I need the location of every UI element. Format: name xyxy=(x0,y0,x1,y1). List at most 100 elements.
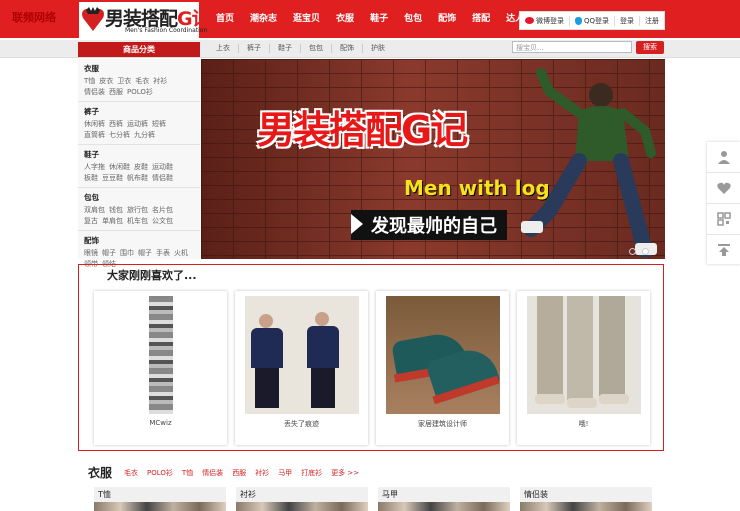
tag-link[interactable]: 情侣装 xyxy=(202,468,223,478)
subnav-pants[interactable]: 裤子 xyxy=(239,44,270,53)
product-card[interactable]: 丢失了痕迹 xyxy=(235,291,368,445)
product-caption[interactable]: 哦! xyxy=(517,419,650,429)
sidebar-link[interactable]: 运动鞋 xyxy=(152,163,173,171)
sidebar-link[interactable]: 钱包 xyxy=(109,206,123,214)
product-caption[interactable]: MCwiz xyxy=(94,419,227,427)
qq-login-button[interactable]: QQ登录 xyxy=(570,15,616,26)
sidebar-link[interactable]: 机车包 xyxy=(127,217,148,225)
subcategory-couple[interactable]: 情侣装 xyxy=(520,487,652,511)
sidebar-link[interactable]: 短裤 xyxy=(152,120,166,128)
nav-item-bags[interactable]: 包包 xyxy=(396,0,430,38)
nav-item-browse[interactable]: 逛宝贝 xyxy=(285,0,328,38)
sidebar-link[interactable]: 情侣鞋 xyxy=(152,174,173,182)
subnav-skincare[interactable]: 护肤 xyxy=(363,44,393,53)
sidebar-link[interactable]: 毛衣 xyxy=(135,77,149,85)
product-image[interactable] xyxy=(104,296,218,414)
tag-link[interactable]: 衬衫 xyxy=(255,468,269,478)
product-card[interactable]: 家居建筑设计师 xyxy=(376,291,509,445)
weibo-login-button[interactable]: 微博登录 xyxy=(520,15,570,26)
subnav-bags[interactable]: 包包 xyxy=(301,44,332,53)
register-button[interactable]: 注册 xyxy=(640,16,664,26)
tag-link[interactable]: 打底衫 xyxy=(301,468,322,478)
nav-item-clothes[interactable]: 衣服 xyxy=(328,0,362,38)
dancer-figure xyxy=(521,68,657,257)
sidebar-link[interactable]: 皮鞋 xyxy=(134,163,148,171)
banner-arrow-icon xyxy=(351,214,363,234)
subcategory-tshirt[interactable]: T恤 xyxy=(94,487,226,511)
sidebar-link[interactable]: 帽子 xyxy=(138,249,152,257)
login-button[interactable]: 登录 xyxy=(615,15,641,26)
subcategory-shirt[interactable]: 衬衫 xyxy=(236,487,368,511)
sidebar-link[interactable]: 皮衣 xyxy=(99,77,113,85)
product-card[interactable]: MCwiz xyxy=(94,291,227,445)
subnav-tops[interactable]: 上衣 xyxy=(208,44,239,53)
sidebar-link[interactable]: 运动裤 xyxy=(127,120,148,128)
sidebar-group-title[interactable]: 裤子 xyxy=(84,106,194,117)
sidebar-link[interactable]: 情侣装 xyxy=(84,88,105,96)
product-image[interactable] xyxy=(245,296,359,414)
site-logo[interactable]: 男装搭配G记 Men's Fashion Coordination xyxy=(79,2,211,38)
sidebar-group-bags: 包包 双肩包 钱包 旅行包 名片包复古 单肩包 机车包 公文包 xyxy=(78,188,200,231)
product-caption[interactable]: 丢失了痕迹 xyxy=(235,419,368,429)
sidebar-link[interactable]: POLO衫 xyxy=(127,88,153,96)
sidebar-link[interactable]: 卫衣 xyxy=(117,77,131,85)
search-button[interactable]: 搜索 xyxy=(636,41,664,54)
sidebar-group-title[interactable]: 衣服 xyxy=(84,63,194,74)
sidebar-link[interactable]: 单肩包 xyxy=(102,217,123,225)
sidebar-link[interactable]: 名片包 xyxy=(152,206,173,214)
subnav-accessories[interactable]: 配饰 xyxy=(332,44,363,53)
sidebar-link[interactable]: 衬衫 xyxy=(153,77,167,85)
sidebar-link[interactable]: 帽子 xyxy=(102,249,116,257)
sidebar-link[interactable]: 双肩包 xyxy=(84,206,105,214)
subnav-shoes[interactable]: 鞋子 xyxy=(270,44,301,53)
subcategory-vest[interactable]: 马甲 xyxy=(378,487,510,511)
nav-item-outfits[interactable]: 搭配 xyxy=(464,0,498,38)
user-tool[interactable] xyxy=(707,142,740,173)
floating-toolbar xyxy=(707,142,740,264)
product-card[interactable]: 哦! xyxy=(517,291,650,445)
slide-dot-active[interactable] xyxy=(642,248,649,255)
tag-link[interactable]: 马甲 xyxy=(278,468,292,478)
sidebar-link[interactable]: 手表 xyxy=(156,249,170,257)
sidebar-link[interactable]: 休闲鞋 xyxy=(109,163,130,171)
product-image[interactable] xyxy=(386,296,500,414)
sidebar-link[interactable]: 九分裤 xyxy=(134,131,155,139)
sidebar-link[interactable]: 人字拖 xyxy=(84,163,105,171)
sidebar-link[interactable]: 西服 xyxy=(109,88,123,96)
sidebar-group-title[interactable]: 鞋子 xyxy=(84,149,194,160)
hero-banner[interactable]: 男装搭配G记 Men with log 发现最帅的自己 xyxy=(201,59,665,259)
tag-link[interactable]: POLO衫 xyxy=(147,468,173,478)
sidebar-group-title[interactable]: 配饰 xyxy=(84,235,194,246)
more-link[interactable]: 更多 >> xyxy=(331,468,359,478)
nav-item-shoes[interactable]: 鞋子 xyxy=(362,0,396,38)
banner-slogan: 发现最帅的自己 xyxy=(351,210,507,240)
sidebar-link[interactable]: 围巾 xyxy=(120,249,134,257)
qrcode-tool[interactable] xyxy=(707,204,740,235)
product-caption[interactable]: 家居建筑设计师 xyxy=(376,419,509,429)
sidebar-link[interactable]: 旅行包 xyxy=(127,206,148,214)
slide-dot[interactable] xyxy=(629,248,636,255)
sidebar-link[interactable]: 休闲裤 xyxy=(84,120,105,128)
sidebar-link[interactable]: 板鞋 xyxy=(84,174,98,182)
back-to-top-tool[interactable] xyxy=(707,235,740,265)
nav-item-magazine[interactable]: 潮杂志 xyxy=(242,0,285,38)
search-input[interactable]: 搜宝贝... xyxy=(512,41,632,53)
favorite-tool[interactable] xyxy=(707,173,740,204)
tag-link[interactable]: 西服 xyxy=(232,468,246,478)
nav-item-home[interactable]: 首页 xyxy=(208,0,242,38)
sidebar-link[interactable]: 七分裤 xyxy=(109,131,130,139)
sidebar-link[interactable]: 直筒裤 xyxy=(84,131,105,139)
sidebar-link[interactable]: 帆布鞋 xyxy=(127,174,148,182)
sidebar-link[interactable]: 西裤 xyxy=(109,120,123,128)
sidebar-link[interactable]: 复古 xyxy=(84,217,98,225)
sidebar-group-title[interactable]: 包包 xyxy=(84,192,194,203)
tag-link[interactable]: T恤 xyxy=(182,468,193,478)
nav-item-accessories[interactable]: 配饰 xyxy=(430,0,464,38)
sidebar-link[interactable]: T恤 xyxy=(84,77,95,85)
sidebar-link[interactable]: 豆豆鞋 xyxy=(102,174,123,182)
product-image[interactable] xyxy=(527,296,641,414)
sidebar-link[interactable]: 公文包 xyxy=(152,217,173,225)
sidebar-link[interactable]: 眼镜 xyxy=(84,249,98,257)
tag-link[interactable]: 毛衣 xyxy=(124,468,138,478)
sidebar-link[interactable]: 火机 xyxy=(174,249,188,257)
